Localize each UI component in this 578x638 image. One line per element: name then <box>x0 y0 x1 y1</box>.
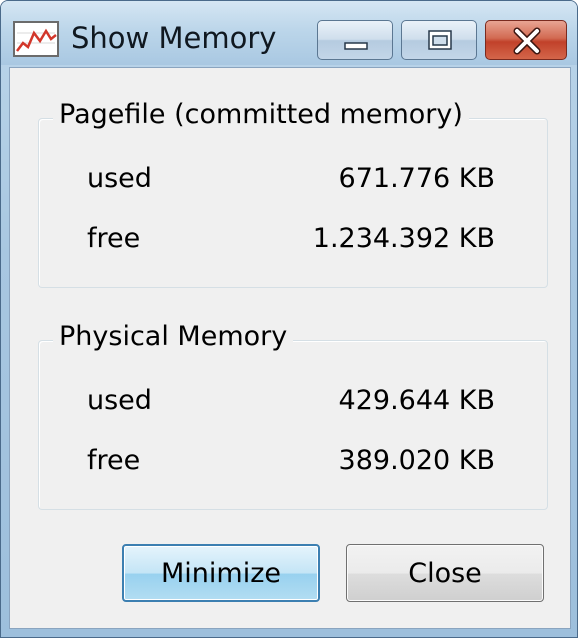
pagefile-used-value: 671.776 KB <box>338 163 495 194</box>
pagefile-legend: Pagefile (committed memory) <box>53 99 469 130</box>
minimize-button[interactable]: Minimize <box>122 544 320 602</box>
physical-free-value: 389.020 KB <box>338 445 495 476</box>
pagefile-free-value: 1.234.392 KB <box>312 223 495 254</box>
pagefile-group: Pagefile (committed memory) used 671.776… <box>38 99 548 288</box>
pagefile-free-label: free <box>87 223 141 254</box>
title-bar[interactable]: Show Memory <box>1 1 577 65</box>
window-title: Show Memory <box>71 21 277 55</box>
physical-memory-legend: Physical Memory <box>53 321 294 352</box>
close-window-button[interactable] <box>485 20 567 60</box>
close-button[interactable]: Close <box>346 544 544 602</box>
memory-graph-icon <box>13 21 59 57</box>
physical-memory-group: Physical Memory used 429.644 KB free 389… <box>38 321 548 510</box>
minimize-window-button[interactable] <box>317 20 393 60</box>
physical-free-label: free <box>87 445 141 476</box>
maximize-window-button[interactable] <box>401 20 477 60</box>
physical-used-value: 429.644 KB <box>338 385 495 416</box>
physical-used-label: used <box>87 385 152 416</box>
pagefile-used-label: used <box>87 163 152 194</box>
dialog-client-area: Pagefile (committed memory) used 671.776… <box>9 67 571 629</box>
show-memory-window: Show Memory Pagefile (committed memory) … <box>0 0 578 638</box>
